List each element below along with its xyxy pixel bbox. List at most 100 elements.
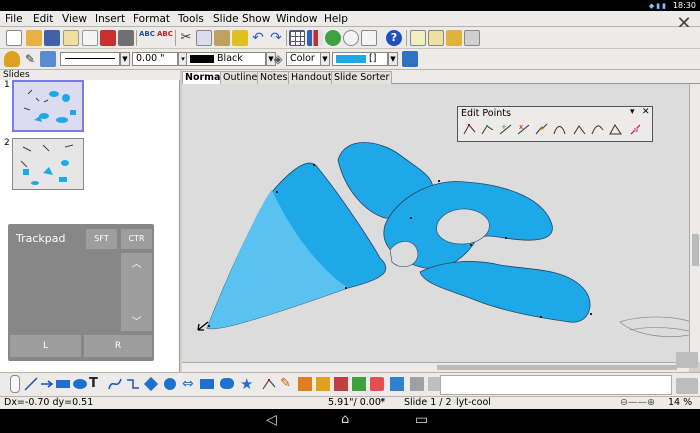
help-icon[interactable]: ? — [386, 30, 402, 46]
toolbar-close-icon[interactable]: ✕ — [642, 107, 650, 117]
navigator-icon[interactable] — [343, 30, 359, 46]
chart-icon[interactable] — [307, 30, 323, 46]
slide-layout-icon[interactable] — [428, 30, 444, 46]
horizontal-scrollbar[interactable] — [182, 362, 689, 372]
tab-outline[interactable]: Outline — [220, 71, 261, 84]
ctrl-button[interactable]: CTR — [121, 229, 152, 249]
clone-format-icon[interactable] — [232, 30, 248, 46]
shadow-icon[interactable] — [402, 51, 418, 67]
tab-handout[interactable]: Handout — [288, 71, 335, 84]
slide-thumbnail-2[interactable] — [12, 138, 84, 190]
insert-points-icon[interactable]: + — [498, 122, 513, 137]
text-icon[interactable]: T — [89, 377, 103, 391]
menu-tools[interactable]: Tools — [178, 12, 204, 26]
redo-icon[interactable]: ↷ — [268, 30, 284, 46]
shift-button[interactable]: SFT — [86, 229, 117, 249]
connector-icon[interactable] — [126, 377, 140, 391]
toolbar-menu-icon[interactable]: ▾ — [630, 107, 635, 117]
menu-file[interactable]: File — [5, 12, 23, 26]
spellcheck-icon[interactable]: ABC — [139, 30, 155, 46]
line-style-field[interactable] — [60, 52, 120, 66]
scroll-down-icon[interactable]: ﹀ — [121, 313, 152, 328]
slide-icon[interactable] — [410, 30, 426, 46]
callouts-icon[interactable] — [220, 378, 234, 389]
freeform-shape-4[interactable] — [419, 261, 591, 323]
points-icon[interactable] — [462, 122, 477, 137]
curve-icon[interactable] — [108, 377, 122, 391]
edit-file-icon[interactable] — [82, 30, 98, 46]
home-icon[interactable]: ⌂ — [341, 412, 349, 427]
status-zoom[interactable]: 14 % — [668, 397, 692, 409]
copy-icon[interactable] — [196, 30, 212, 46]
line-icon[interactable]: ✎ — [22, 51, 38, 67]
open-icon[interactable] — [26, 30, 42, 46]
vertical-scrollbar[interactable] — [689, 84, 700, 362]
menu-slide-show[interactable]: Slide Show — [213, 12, 270, 26]
arrow-style-icon[interactable] — [40, 51, 56, 67]
slide-design-icon[interactable] — [446, 30, 462, 46]
paste-icon[interactable] — [214, 30, 230, 46]
corner-point-icon[interactable] — [572, 122, 587, 137]
area-icon[interactable]: ◈ — [270, 51, 286, 67]
tab-slide-sorter[interactable]: Slide Sorter — [331, 71, 393, 84]
email-icon[interactable] — [63, 30, 79, 46]
menu-view[interactable]: View — [62, 12, 87, 26]
eliminate-points-icon[interactable] — [628, 122, 643, 137]
arrow-icon[interactable] — [40, 377, 54, 391]
align-icon[interactable] — [370, 377, 384, 391]
rotate-icon[interactable] — [352, 377, 366, 391]
extrusion-icon[interactable] — [334, 377, 348, 391]
tab-notes[interactable]: Notes — [257, 71, 291, 84]
split-curve-icon[interactable] — [534, 122, 549, 137]
points-icon[interactable] — [262, 377, 276, 391]
scroll-up-icon[interactable]: ︿ — [121, 255, 152, 270]
menu-insert[interactable]: Insert — [95, 12, 125, 26]
line-style-dropdown-icon[interactable]: ▼ — [120, 52, 130, 66]
shadow-icon[interactable] — [410, 377, 424, 391]
from-file-icon[interactable] — [298, 377, 312, 391]
style-icon[interactable] — [4, 51, 20, 67]
line-icon[interactable] — [24, 377, 38, 391]
save-icon[interactable] — [44, 30, 60, 46]
autospell-icon[interactable]: ABC — [157, 30, 173, 46]
gallery-icon[interactable] — [316, 377, 330, 391]
menu-help[interactable]: Help — [324, 12, 348, 26]
table-icon[interactable] — [289, 30, 305, 46]
trackpad-panel[interactable]: Trackpad SFT CTR ︿ ﹀ L R — [8, 224, 154, 361]
close-bezier-icon[interactable] — [608, 122, 623, 137]
area-fill-value-field[interactable]: [] — [332, 52, 388, 66]
select-icon[interactable] — [10, 375, 20, 393]
horizontal-scroll-thumb[interactable] — [437, 365, 677, 370]
area-fill-dropdown-icon[interactable]: ▼ — [388, 52, 398, 66]
convert-to-curve-icon[interactable] — [552, 122, 567, 137]
maximize-icon[interactable] — [676, 352, 698, 368]
block-arrows-icon[interactable]: ⇔ — [182, 377, 196, 391]
back-icon[interactable]: ◁ — [266, 412, 277, 428]
new-icon[interactable] — [6, 30, 22, 46]
zoom-slider-icon[interactable]: ⊖——⊕ — [620, 397, 655, 409]
zoom-icon[interactable] — [361, 30, 377, 46]
stars-icon[interactable]: ★ — [240, 377, 254, 392]
arrange-icon[interactable] — [390, 377, 404, 391]
line-width-field[interactable]: 0.00 " — [132, 52, 178, 66]
flowchart-icon[interactable] — [200, 379, 214, 389]
recents-icon[interactable]: ▭ — [415, 412, 428, 428]
gallery-icon[interactable] — [325, 30, 341, 46]
ellipse-icon[interactable] — [73, 379, 87, 389]
export-pdf-icon[interactable] — [100, 30, 116, 46]
area-fill-type-dropdown-icon[interactable]: ▼ — [320, 52, 330, 66]
undo-icon[interactable]: ↶ — [250, 30, 266, 46]
right-click-button[interactable]: R — [84, 335, 152, 357]
rectangle-icon[interactable] — [56, 380, 70, 388]
menu-edit[interactable]: Edit — [33, 12, 53, 26]
symbol-shapes-icon[interactable] — [164, 378, 176, 390]
print-icon[interactable] — [118, 30, 134, 46]
move-points-icon[interactable] — [480, 122, 495, 137]
left-click-button[interactable]: L — [10, 335, 81, 357]
line-color-field[interactable]: Black — [186, 52, 266, 66]
smooth-transition-icon[interactable] — [590, 122, 605, 137]
master-icon[interactable] — [464, 30, 480, 46]
cut-icon[interactable]: ✂ — [178, 30, 194, 46]
menu-window[interactable]: Window — [276, 12, 317, 26]
fontwork-icon[interactable]: ✎ — [280, 377, 294, 391]
